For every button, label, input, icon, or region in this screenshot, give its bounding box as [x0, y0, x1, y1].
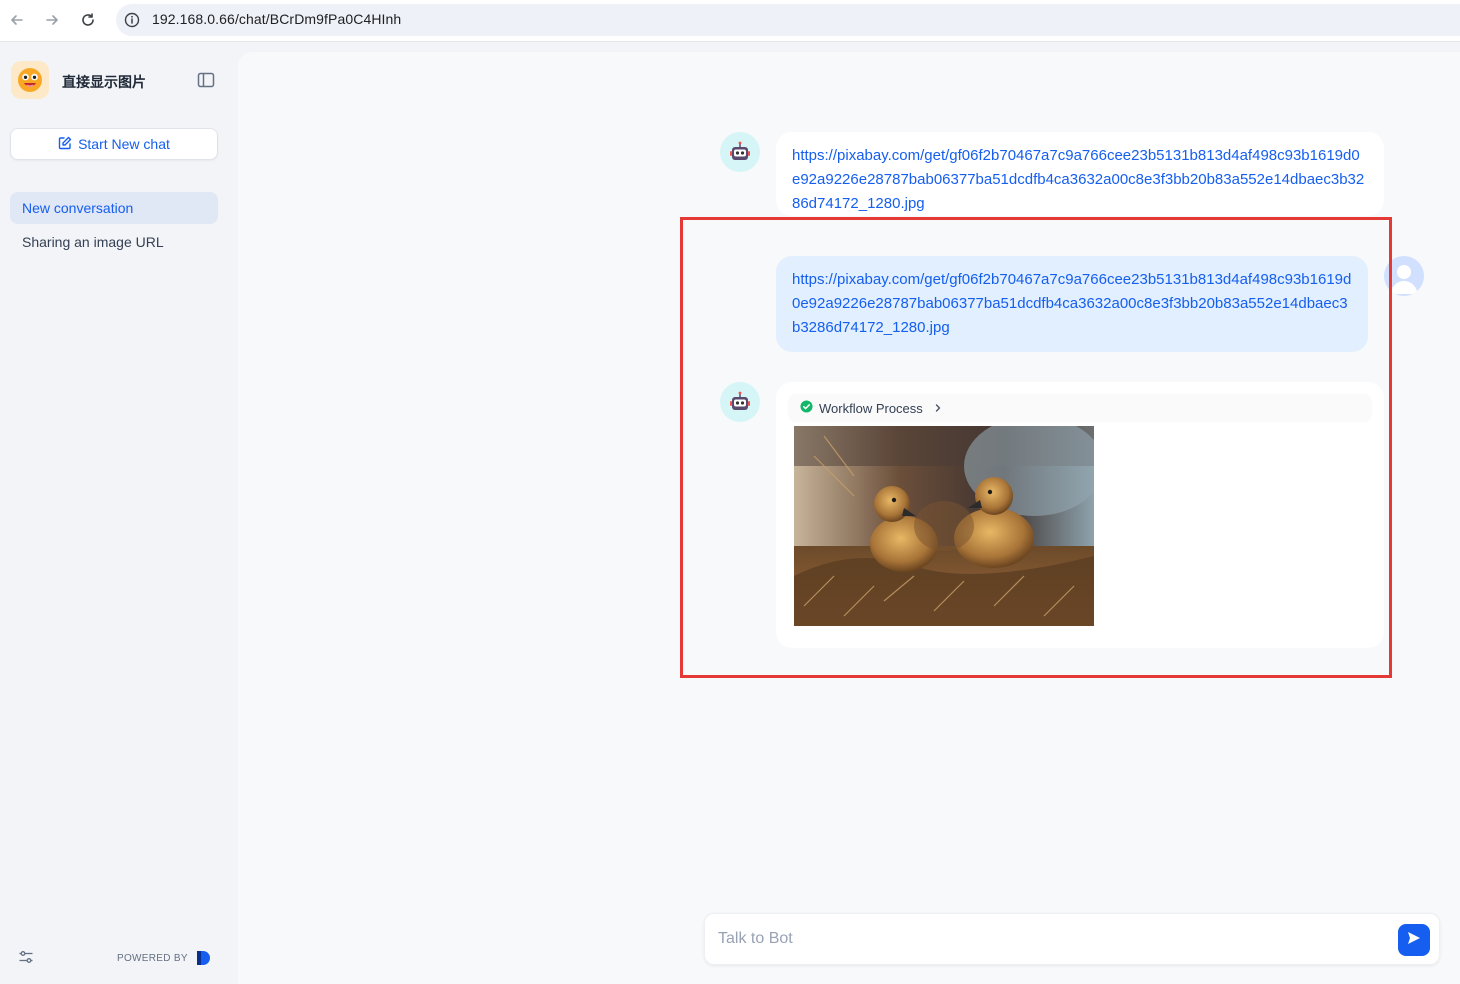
reload-icon[interactable]: [77, 9, 99, 31]
send-icon: [1406, 930, 1422, 951]
url-text: 192.168.0.66/chat/BCrDm9fPa0C4HInh: [152, 11, 402, 27]
bot-avatar-icon: [720, 132, 760, 172]
conversation-item-sharing-image[interactable]: Sharing an image URL: [10, 226, 218, 258]
conversation-item-new[interactable]: New conversation: [10, 192, 218, 224]
powered-by-label: POWERED BY: [117, 952, 188, 964]
chat-input-box: [704, 913, 1440, 965]
settings-sliders-icon[interactable]: [18, 949, 34, 965]
sidebar: 直接显示图片 Start New chat New conversation S…: [0, 42, 238, 984]
sidebar-collapse-icon[interactable]: [197, 72, 215, 88]
back-icon[interactable]: [6, 9, 28, 31]
highlight-annotation: [680, 217, 1392, 678]
chat-input[interactable]: [718, 924, 1378, 954]
start-new-chat-label: Start New chat: [78, 136, 170, 152]
start-new-chat-button[interactable]: Start New chat: [10, 128, 218, 160]
app-title: 直接显示图片: [62, 74, 146, 90]
powered-by: POWERED BY: [117, 949, 212, 967]
send-button[interactable]: [1398, 924, 1430, 956]
bot-message-1: https://pixabay.com/get/gf06f2b70467a7c9…: [776, 132, 1384, 216]
edit-icon: [58, 136, 72, 153]
message-link[interactable]: https://pixabay.com/get/gf06f2b70467a7c9…: [792, 147, 1364, 212]
dify-logo-icon: [194, 949, 212, 967]
browser-toolbar: 192.168.0.66/chat/BCrDm9fPa0C4HInh: [0, 0, 1460, 42]
conversation-label: New conversation: [22, 200, 134, 216]
site-info-icon[interactable]: [124, 12, 140, 28]
address-bar[interactable]: 192.168.0.66/chat/BCrDm9fPa0C4HInh: [116, 4, 1460, 36]
conversation-label: Sharing an image URL: [22, 234, 164, 250]
forward-icon[interactable]: [41, 9, 63, 31]
app-logo-icon: [11, 61, 49, 99]
